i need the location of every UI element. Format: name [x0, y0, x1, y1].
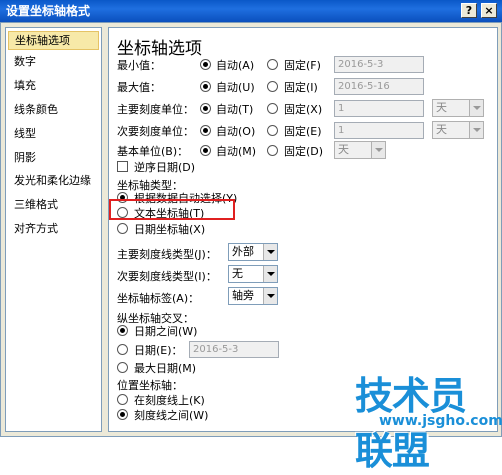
minor-unit-label: 次要刻度单位： [117, 125, 194, 138]
axis-type-text-radio[interactable] [117, 207, 128, 218]
cross-date-radio[interactable] [117, 344, 128, 355]
sidebar-item-number[interactable]: 数字 [8, 52, 99, 71]
major-unit-auto-label[interactable]: 自动(T) [216, 101, 253, 117]
chevron-down-icon[interactable] [263, 288, 277, 304]
chevron-down-icon[interactable] [263, 266, 277, 282]
min-fixed-label[interactable]: 固定(F) [284, 57, 321, 73]
base-unit-auto-label[interactable]: 自动(M) [216, 143, 256, 159]
cross-between-dates-radio[interactable] [117, 325, 128, 336]
help-button[interactable]: ? [461, 3, 477, 18]
minor-tick-type-select[interactable]: 无 [228, 265, 278, 283]
min-auto-label[interactable]: 自动(A) [216, 57, 254, 73]
reverse-dates-label[interactable]: 逆序日期(D) [134, 159, 195, 175]
base-unit-label: 基本单位(B)： [117, 145, 189, 158]
max-fixed-radio[interactable] [267, 81, 278, 92]
chevron-down-icon[interactable] [371, 142, 385, 158]
cross-date-input[interactable]: 2016-5-3 [189, 341, 279, 358]
minor-unit-input[interactable]: 1 [334, 122, 424, 139]
axis-labels-select[interactable]: 轴旁 [228, 287, 278, 305]
axis-labels-label: 坐标轴标签(A)： [117, 292, 200, 305]
major-tick-type-select[interactable]: 外部 [228, 243, 278, 261]
axis-labels-value: 轴旁 [232, 289, 254, 302]
min-value-input[interactable]: 2016-5-3 [334, 56, 424, 73]
major-unit-auto-radio[interactable] [200, 103, 211, 114]
dialog-title: 设置坐标轴格式 [6, 4, 91, 18]
position-between-ticks-label[interactable]: 刻度线之间(W) [134, 407, 208, 423]
max-label: 最大值： [117, 81, 161, 94]
base-unit-auto-radio[interactable] [200, 145, 211, 156]
sidebar-item-axis-options[interactable]: 坐标轴选项 [8, 31, 99, 50]
position-on-ticks-label[interactable]: 在刻度线上(K) [134, 392, 205, 408]
sidebar-item-line-color[interactable]: 线条颜色 [8, 100, 99, 119]
major-tick-type-value: 外部 [232, 245, 254, 258]
major-unit-select-value: 天 [436, 101, 447, 114]
sidebar-item-3d-format[interactable]: 三维格式 [8, 195, 99, 214]
sidebar-item-fill[interactable]: 填充 [8, 76, 99, 95]
position-label: 位置坐标轴： [117, 379, 183, 392]
minor-unit-select[interactable]: 天 [432, 121, 484, 139]
max-auto-radio[interactable] [200, 81, 211, 92]
minor-tick-type-value: 无 [232, 267, 243, 280]
max-value-input[interactable]: 2016-5-16 [334, 78, 424, 95]
chevron-down-icon[interactable] [469, 100, 483, 116]
cross-max-date-label[interactable]: 最大日期(M) [134, 360, 196, 376]
base-unit-fixed-radio[interactable] [267, 145, 278, 156]
major-unit-fixed-label[interactable]: 固定(X) [284, 101, 322, 117]
minor-unit-auto-label[interactable]: 自动(O) [216, 123, 255, 139]
min-auto-radio[interactable] [200, 59, 211, 70]
major-unit-select[interactable]: 天 [432, 99, 484, 117]
min-label: 最小值： [117, 59, 161, 72]
sidebar-item-alignment[interactable]: 对齐方式 [8, 219, 99, 238]
major-tick-type-label: 主要刻度线类型(J)： [117, 248, 217, 261]
major-unit-label: 主要刻度单位： [117, 103, 194, 116]
cross-max-date-radio[interactable] [117, 362, 128, 373]
base-unit-select[interactable]: 天 [334, 141, 386, 159]
base-unit-select-value: 天 [338, 143, 349, 156]
minor-tick-type-label: 次要刻度线类型(I)： [117, 270, 217, 283]
min-fixed-radio[interactable] [267, 59, 278, 70]
max-fixed-label[interactable]: 固定(I) [284, 79, 318, 95]
minor-unit-fixed-radio[interactable] [267, 125, 278, 136]
axis-type-text-label[interactable]: 文本坐标轴(T) [134, 205, 204, 221]
sidebar-item-shadow[interactable]: 阴影 [8, 148, 99, 167]
minor-unit-fixed-label[interactable]: 固定(E) [284, 123, 322, 139]
close-button[interactable]: × [481, 3, 497, 18]
cross-between-dates-label[interactable]: 日期之间(W) [134, 323, 197, 339]
chevron-down-icon[interactable] [263, 244, 277, 260]
axis-type-date-radio[interactable] [117, 223, 128, 234]
position-on-ticks-radio[interactable] [117, 394, 128, 405]
cross-date-label[interactable]: 日期(E)： [134, 342, 183, 358]
axis-type-date-label[interactable]: 日期坐标轴(X) [134, 221, 205, 237]
panel-heading: 坐标轴选项 [117, 39, 202, 59]
axis-type-auto-radio[interactable] [117, 192, 128, 203]
minor-unit-select-value: 天 [436, 123, 447, 136]
position-between-ticks-radio[interactable] [117, 409, 128, 420]
axis-type-auto-label[interactable]: 根据数据自动选择(Y) [134, 190, 237, 206]
base-unit-fixed-label[interactable]: 固定(D) [284, 143, 323, 159]
major-unit-fixed-radio[interactable] [267, 103, 278, 114]
sidebar-item-glow[interactable]: 发光和柔化边缘 [8, 171, 99, 190]
sidebar: 坐标轴选项 数字 填充 线条颜色 线型 阴影 发光和柔化边缘 三维格式 对齐方式 [5, 27, 102, 432]
sidebar-item-line-style[interactable]: 线型 [8, 124, 99, 143]
chevron-down-icon[interactable] [469, 122, 483, 138]
max-auto-label[interactable]: 自动(U) [216, 79, 255, 95]
reverse-dates-checkbox[interactable] [117, 161, 128, 172]
minor-unit-auto-radio[interactable] [200, 125, 211, 136]
major-unit-input[interactable]: 1 [334, 100, 424, 117]
dialog-title-bar[interactable]: 设置坐标轴格式 ? × [0, 0, 502, 22]
